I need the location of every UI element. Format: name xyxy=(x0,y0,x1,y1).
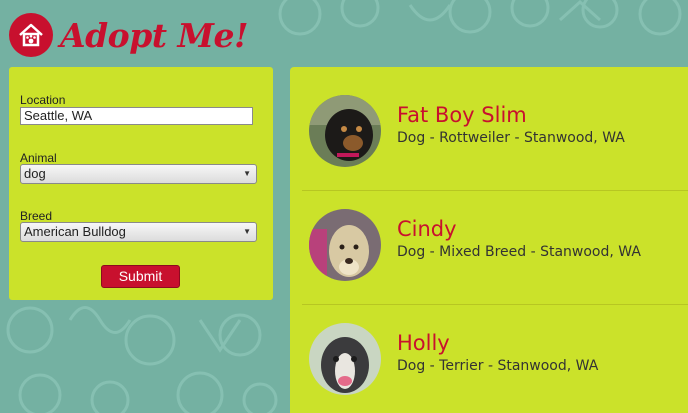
submit-button[interactable]: Submit xyxy=(101,265,180,288)
search-form: Location Seattle, WA Animal dog ▼ Breed … xyxy=(9,67,273,300)
site-header: Adopt Me! xyxy=(9,10,249,60)
dropdown-arrow-icon: ▼ xyxy=(243,169,251,178)
house-paw-logo-icon[interactable] xyxy=(9,13,53,57)
pet-photo xyxy=(309,95,381,167)
pet-name: Fat Boy Slim xyxy=(397,103,527,127)
pet-photo xyxy=(309,323,381,395)
dropdown-arrow-icon: ▼ xyxy=(243,227,251,236)
pet-info: Dog - Mixed Breed - Stanwood, WA xyxy=(397,244,641,260)
location-input[interactable]: Seattle, WA xyxy=(20,107,253,125)
breed-select[interactable]: American Bulldog ▼ xyxy=(20,222,257,242)
pet-card[interactable]: Holly Dog - Terrier - Stanwood, WA xyxy=(302,295,688,408)
pet-photo xyxy=(309,209,381,281)
results-list: Fat Boy Slim Dog - Rottweiler - Stanwood… xyxy=(290,67,688,413)
pet-name: Cindy xyxy=(397,217,457,241)
animal-select-value: dog xyxy=(24,166,46,181)
animal-select[interactable]: dog ▼ xyxy=(20,164,257,184)
location-label: Location xyxy=(20,93,66,107)
breed-label: Breed xyxy=(20,209,53,223)
animal-label: Animal xyxy=(20,151,57,165)
pet-card[interactable]: Cindy Dog - Mixed Breed - Stanwood, WA xyxy=(302,181,688,294)
pet-info: Dog - Terrier - Stanwood, WA xyxy=(397,358,599,374)
pet-card[interactable]: Fat Boy Slim Dog - Rottweiler - Stanwood… xyxy=(302,67,688,180)
pet-info: Dog - Rottweiler - Stanwood, WA xyxy=(397,130,625,146)
breed-select-value: American Bulldog xyxy=(24,224,126,239)
pet-name: Holly xyxy=(397,331,450,355)
site-title[interactable]: Adopt Me! xyxy=(60,16,249,55)
